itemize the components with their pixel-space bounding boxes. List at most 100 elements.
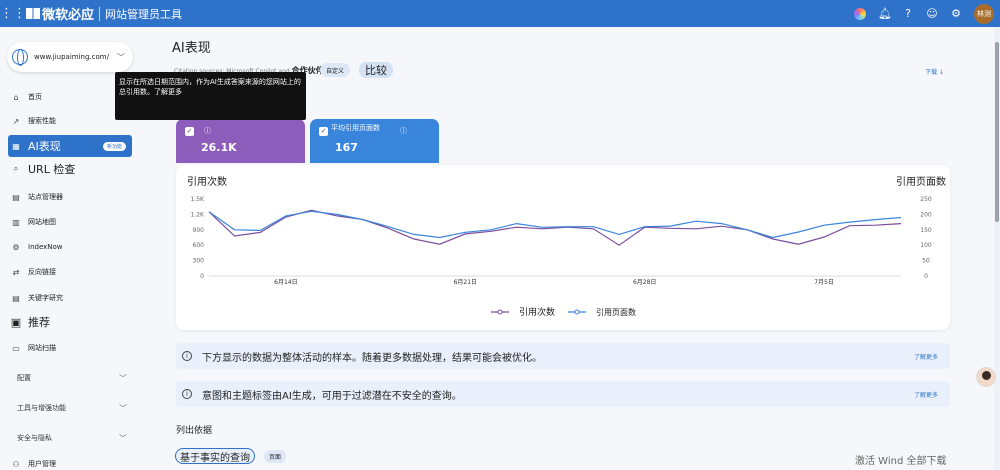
info-banner-sample: i 下方显示的数据为整体活动的样本。随着更多数据处理，结果可能会被优化。 了解更…	[176, 343, 950, 369]
checkbox-citations[interactable]: ✓	[185, 127, 194, 136]
user-avatar[interactable]: 林测	[974, 3, 994, 24]
gear-icon: ⚙	[12, 242, 20, 252]
ai-icon: ▦	[12, 141, 20, 151]
tab-pages[interactable]: 页面	[264, 450, 287, 463]
app-launcher-icon[interactable]: ⋮⋮	[0, 6, 26, 21]
sidebar-item-label: URL 检查	[28, 163, 76, 176]
notification-bell-icon[interactable]: 🔔︎	[878, 7, 892, 20]
globe-icon	[12, 49, 28, 66]
top-bar: ⋮⋮ 微软必应 网站管理员工具 🔔︎ ? ☺ ⚙ 林测	[0, 0, 1000, 27]
search-icon: ⌕	[13, 164, 19, 173]
sidebar-group-security[interactable]: 安全与隐私 ﹀	[17, 433, 127, 443]
sidebar-item-label: AI表现	[28, 140, 61, 153]
sidebar-item-label: 关键字研究	[28, 294, 63, 302]
info-icon[interactable]: ⓘ	[400, 126, 407, 136]
product-name: 网站管理员工具	[105, 7, 183, 21]
sidebar-item-indexnow[interactable]: ⚙ IndexNow	[10, 238, 63, 256]
metric-card-cited-pages[interactable]: ✓ 平均引用页面数 ⓘ 167	[310, 119, 439, 163]
brand-name: 微软必应	[42, 8, 95, 23]
compare-button[interactable]: 比较	[359, 62, 393, 78]
copilot-icon[interactable]	[854, 7, 866, 20]
page-scrollbar[interactable]	[994, 27, 1000, 470]
new-badge: 新功能	[102, 141, 126, 151]
scan-icon: ▭	[12, 343, 20, 353]
x-tick-label: 6月28日	[633, 279, 656, 286]
chart-canvas: 引用次数 引用页面数1.5K1.2K90060030002502001501005…	[187, 175, 946, 318]
sidebar-item-user-management[interactable]: ⚇ 用户管理	[10, 455, 56, 470]
sidebar-item-backlinks[interactable]: ⇄ 反向链接	[10, 263, 56, 281]
sidebar-item-url-inspection[interactable]: ⌕ URL 检查	[10, 160, 76, 178]
activate-windows-watermark: 激活 Wind 全部下载	[855, 456, 947, 467]
legend-label: 引用页面数	[596, 307, 636, 317]
x-tick-label: 6月14日	[274, 279, 297, 286]
info-icon: i	[182, 389, 192, 399]
site-url: www.jiupaiming.com/	[34, 53, 109, 61]
feedback-smiley-icon[interactable]: ☺	[926, 7, 938, 20]
windows-logo-icon	[26, 8, 40, 19]
chevron-down-icon: ﹀	[119, 434, 127, 443]
sidebar-item-label: 站点管理器	[28, 193, 63, 201]
sidebar-item-label: 搜索性能	[28, 117, 56, 125]
sidebar-item-ai-performance[interactable]: ▦ AI表现 新功能	[8, 135, 132, 157]
info-icon[interactable]: ⓘ	[204, 126, 211, 136]
sidebar-item-label: IndexNow	[28, 243, 63, 251]
metric-value: 26.1K	[201, 141, 237, 154]
banner-text: 下方显示的数据为整体活动的样本。随着更多数据处理，结果可能会被优化。	[202, 352, 542, 364]
sidebar-group-tools[interactable]: 工具与增强功能 ﹀	[17, 403, 127, 413]
left-tick-label: 1.2K	[191, 211, 206, 218]
sidebar-item-site-scan[interactable]: ▭ 网站扫描	[10, 339, 56, 357]
right-axis-label: 引用页面数	[896, 175, 946, 188]
floating-assistant-avatar[interactable]	[976, 367, 996, 387]
sidebar-item-home[interactable]: ⌂ 首页	[10, 88, 42, 106]
site-selector[interactable]: www.jiupaiming.com/ ﹀	[7, 42, 133, 72]
tab-factual-queries[interactable]: 基于事实的查询	[175, 448, 255, 464]
series-line-0	[208, 209, 902, 246]
top-actions: 🔔︎ ? ☺ ⚙ 林测	[854, 0, 1000, 27]
metric-label: 平均引用页面数	[331, 124, 380, 132]
brand-logo[interactable]: 微软必应	[26, 4, 94, 23]
doc-icon: ▤	[12, 192, 20, 202]
metric-card-citations[interactable]: ✓ ⓘ 26.1K	[176, 119, 305, 163]
sidebar-item-sitemap[interactable]: ▥ 网站地图	[10, 213, 56, 231]
left-tick-label: 0	[200, 273, 204, 280]
settings-gear-icon[interactable]: ⚙	[950, 7, 962, 20]
sidebar-item-keyword-research[interactable]: ▤ 关键字研究	[10, 289, 63, 307]
info-banner-intent: i 意图和主题标签由AI生成，可用于过滤潜在不安全的查询。 了解更多	[176, 381, 950, 407]
sidebar-item-recommendations[interactable]: ▣ 推荐	[10, 313, 50, 331]
sitemap-icon: ▥	[12, 217, 20, 227]
learn-more-link[interactable]: 了解更多	[914, 352, 938, 361]
legend-swatch-marker	[574, 309, 580, 315]
sidebar-item-label: 网站地图	[28, 218, 56, 226]
legend-swatch-marker	[497, 309, 503, 315]
help-icon[interactable]: ?	[902, 7, 914, 20]
sidebar-item-search-performance[interactable]: ↗ 搜索性能	[10, 112, 56, 130]
series-line-1	[208, 210, 902, 239]
recommend-icon: ▣	[10, 315, 22, 329]
users-icon: ⚇	[12, 459, 20, 469]
scrollbar-thumb[interactable]	[995, 42, 999, 222]
sidebar-item-label: 用户管理	[28, 460, 56, 468]
left-tick-label: 300	[193, 258, 205, 265]
sidebar-group-configuration[interactable]: 配置 ﹀	[17, 373, 127, 383]
metric-value: 167	[335, 141, 358, 154]
date-filter-custom[interactable]: 自定义	[320, 63, 351, 77]
home-icon: ⌂	[13, 92, 19, 102]
left-axis-label: 引用次数	[187, 175, 227, 188]
learn-more-link[interactable]: 了解更多	[914, 390, 938, 399]
link-icon: ⇄	[12, 267, 20, 277]
sidebar-item-label: 反向链接	[28, 268, 56, 276]
checkbox-cited-pages[interactable]: ✓	[319, 127, 328, 136]
legend-label: 引用次数	[519, 306, 555, 318]
right-tick-label: 200	[920, 211, 932, 218]
chevron-down-icon: ﹀	[117, 52, 125, 62]
download-link[interactable]: 下载 ↓	[925, 67, 944, 76]
citations-chart: 引用次数 引用页面数 1.5K 1.2K 900 600 300 0 250 200 150 100 5…	[176, 165, 950, 330]
left-tick-label: 1.5K	[191, 196, 206, 203]
right-tick-label: 50	[922, 258, 930, 265]
page-title: AI表现	[172, 41, 211, 56]
sidebar-group-label: 配置	[17, 374, 31, 382]
left-tick-label: 900	[193, 227, 205, 234]
banner-text: 意图和主题标签由AI生成，可用于过滤潜在不安全的查询。	[202, 390, 462, 402]
sidebar-item-site-manager[interactable]: ▤ 站点管理器	[10, 188, 63, 206]
right-tick-label: 250	[920, 196, 932, 203]
